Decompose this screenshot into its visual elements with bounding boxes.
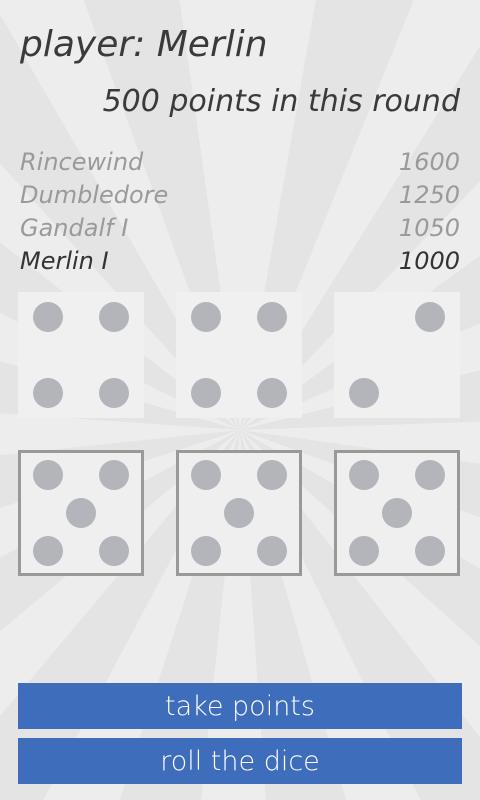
player-name: Merlin I (20, 247, 109, 275)
die-pip (191, 460, 221, 490)
die-pip (191, 378, 221, 408)
die-pip (33, 460, 63, 490)
die-pip (382, 498, 412, 528)
die-2[interactable] (176, 292, 302, 418)
die-pip (224, 498, 254, 528)
die-pip (257, 302, 287, 332)
player-score: 1600 (398, 148, 460, 176)
player-title: player: Merlin (20, 24, 268, 65)
player-name: Gandalf I (20, 214, 129, 242)
player-name: Dumbledore (20, 181, 169, 209)
roll-dice-button[interactable]: roll the dice (18, 738, 462, 784)
player-score: 1000 (398, 247, 460, 275)
die-4[interactable] (18, 450, 144, 576)
score-row-0: Rincewind 1600 (20, 146, 460, 179)
player-score: 1250 (398, 181, 460, 209)
die-pip (257, 378, 287, 408)
die-pip (191, 536, 221, 566)
die-pip (33, 302, 63, 332)
die-pip (99, 460, 129, 490)
score-row-2: Gandalf I 1050 (20, 212, 460, 245)
player-name: Rincewind (20, 148, 144, 176)
die-pip (257, 460, 287, 490)
scoreboard: Rincewind 1600 Dumbledore 1250 Gandalf I… (20, 146, 460, 278)
die-pip (66, 498, 96, 528)
score-row-current: Merlin I 1000 (20, 245, 460, 278)
die-pip (33, 536, 63, 566)
die-pip (99, 536, 129, 566)
die-pip (349, 460, 379, 490)
die-pip (99, 378, 129, 408)
die-pip (257, 536, 287, 566)
die-3[interactable] (334, 292, 460, 418)
die-pip (191, 302, 221, 332)
die-pip (33, 378, 63, 408)
die-5[interactable] (176, 450, 302, 576)
player-score: 1050 (398, 214, 460, 242)
die-1[interactable] (18, 292, 144, 418)
die-pip (415, 302, 445, 332)
die-6[interactable] (334, 450, 460, 576)
die-pip (415, 460, 445, 490)
die-pip (99, 302, 129, 332)
score-row-1: Dumbledore 1250 (20, 179, 460, 212)
die-pip (349, 378, 379, 408)
round-points: 500 points in this round (102, 84, 460, 119)
die-pip (415, 536, 445, 566)
die-pip (349, 536, 379, 566)
take-points-button[interactable]: take points (18, 683, 462, 729)
